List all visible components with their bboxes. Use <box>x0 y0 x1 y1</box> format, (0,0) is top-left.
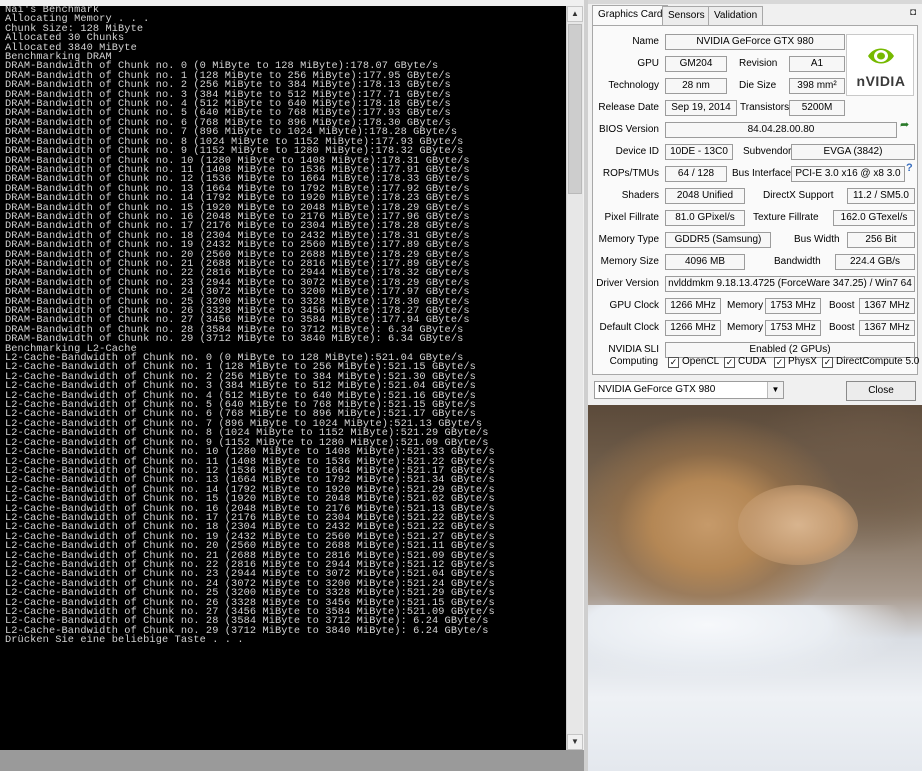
texture-fillrate-field[interactable]: 162.0 GTexel/s <box>833 210 915 226</box>
bandwidth-label: Bandwidth <box>774 256 821 267</box>
cuda-checkbox[interactable]: ✓ CUDA <box>724 356 766 368</box>
gpu-select-value: NVIDIA GeForce GTX 980 <box>598 384 716 395</box>
die-size-field[interactable]: 398 mm² <box>789 78 845 94</box>
directx-support-label: DirectX Support <box>763 190 834 201</box>
wallpaper-snow <box>588 605 922 771</box>
console-text: Nai's Benchmark Allocating Memory . . . Ch… <box>0 6 566 646</box>
shaders-label: Shaders <box>621 190 659 201</box>
transistors-label: Transistors <box>740 102 790 113</box>
console-window: Nai's Benchmark Allocating Memory . . . Ch… <box>0 0 584 771</box>
checkbox-check-icon[interactable]: ✓ <box>822 357 833 368</box>
directcompute-checkbox[interactable]: ✓ DirectCompute 5.0 <box>822 356 919 368</box>
die-size-label: Die Size <box>739 80 777 91</box>
bios-save-icon[interactable]: ➦ <box>900 118 909 131</box>
device-id-label: Device ID <box>615 146 659 157</box>
close-button[interactable]: Close <box>846 381 916 401</box>
default-boost-label: Boost <box>829 322 855 333</box>
gpu-clock-label: GPU Clock <box>609 300 659 311</box>
wallpaper-rabbit-nose <box>738 485 858 565</box>
desktop-wallpaper <box>588 405 922 771</box>
bios-version-field[interactable]: 84.04.28.00.80 <box>665 122 897 138</box>
name-label: Name <box>632 36 659 47</box>
default-boost-field[interactable]: 1367 MHz <box>859 320 915 336</box>
pixel-fillrate-label: Pixel Fillrate <box>604 212 659 223</box>
help-icon[interactable]: ? <box>906 162 913 174</box>
chevron-down-icon[interactable]: ▼ <box>767 382 783 398</box>
bios-version-label: BIOS Version <box>598 124 659 135</box>
memory-size-field[interactable]: 4096 MB <box>665 254 745 270</box>
cuda-label: CUDA <box>738 356 767 367</box>
gpu-select-dropdown[interactable]: NVIDIA GeForce GTX 980 ▼ <box>594 381 784 399</box>
memory-type-label: Memory Type <box>598 234 659 245</box>
shaders-field[interactable]: 2048 Unified <box>665 188 745 204</box>
memory-size-label: Memory Size <box>600 256 659 267</box>
bus-width-field[interactable]: 256 Bit <box>847 232 915 248</box>
checkbox-check-icon[interactable]: ✓ <box>668 357 679 368</box>
directcompute-label: DirectCompute 5.0 <box>836 356 920 367</box>
driver-version-field[interactable]: nvlddmkm 9.18.13.4725 (ForceWare 347.25)… <box>665 276 915 292</box>
memory-clock-field[interactable]: 1753 MHz <box>765 298 821 314</box>
scroll-up-arrow-icon[interactable]: ▲ <box>567 6 583 22</box>
subvendor-field[interactable]: EVGA (3842) <box>791 144 915 160</box>
scroll-down-arrow-icon[interactable]: ▼ <box>567 734 583 750</box>
bus-interface-field[interactable]: PCI-E 3.0 x16 @ x8 3.0 <box>791 166 905 182</box>
opencl-checkbox[interactable]: ✓ OpenCL <box>668 356 719 368</box>
tab-sensors[interactable]: Sensors <box>662 6 711 25</box>
camera-icon[interactable]: ◘ <box>910 7 916 18</box>
transistors-field[interactable]: 5200M <box>789 100 845 116</box>
release-date-field[interactable]: Sep 19, 2014 <box>665 100 737 116</box>
bus-interface-label: Bus Interface <box>732 168 791 179</box>
gpu-label: GPU <box>637 58 659 69</box>
driver-version-label: Driver Version <box>596 278 659 289</box>
release-date-label: Release Date <box>598 102 659 113</box>
technology-field[interactable]: 28 nm <box>665 78 727 94</box>
physx-checkbox[interactable]: ✓ PhysX <box>774 356 817 368</box>
nvidia-eye-icon <box>868 48 894 64</box>
default-clock-label: Default Clock <box>599 322 659 333</box>
memory-clock-label: Memory <box>727 300 764 311</box>
checkbox-check-icon[interactable]: ✓ <box>724 357 735 368</box>
technology-label: Technology <box>608 80 659 91</box>
computing-label: Computing <box>609 356 658 367</box>
bus-width-label: Bus Width <box>794 234 840 245</box>
nvidia-logo: nVIDIA <box>846 34 914 96</box>
revision-label: Revision <box>739 58 778 69</box>
tab-validation[interactable]: Validation <box>708 6 764 25</box>
pixel-fillrate-field[interactable]: 81.0 GPixel/s <box>665 210 745 226</box>
directx-support-field[interactable]: 11.2 / SM5.0 <box>847 188 915 204</box>
opencl-label: OpenCL <box>682 356 720 367</box>
taskbar-strip <box>0 750 584 771</box>
nvidia-sli-label: NVIDIA SLI <box>608 344 659 355</box>
gpuz-window: ◘ Graphics Card Sensors Validation Name … <box>588 0 922 405</box>
gpu-field[interactable]: GM204 <box>665 56 727 72</box>
physx-label: PhysX <box>788 356 817 367</box>
boost-clock-label: Boost <box>829 300 855 311</box>
rops-tmus-field[interactable]: 64 / 128 <box>665 166 727 182</box>
console-line: Drücken Sie eine beliebige Taste . . . <box>5 634 244 647</box>
memory-type-field[interactable]: GDDR5 (Samsung) <box>665 232 771 248</box>
console-output: Nai's Benchmark Allocating Memory . . . Ch… <box>0 6 566 750</box>
nvidia-logo-text: nVIDIA <box>856 73 906 89</box>
gpu-clock-field[interactable]: 1266 MHz <box>665 298 721 314</box>
tab-graphics-card[interactable]: Graphics Card <box>592 5 669 26</box>
boost-clock-field[interactable]: 1367 MHz <box>859 298 915 314</box>
texture-fillrate-label: Texture Fillrate <box>753 212 819 223</box>
name-field[interactable]: NVIDIA GeForce GTX 980 <box>665 34 845 50</box>
revision-field[interactable]: A1 <box>789 56 845 72</box>
checkbox-check-icon[interactable]: ✓ <box>774 357 785 368</box>
bandwidth-field[interactable]: 224.4 GB/s <box>835 254 915 270</box>
device-id-field[interactable]: 10DE - 13C0 <box>665 144 733 160</box>
console-scrollbar[interactable]: ▲ ▼ <box>566 6 583 750</box>
scroll-thumb[interactable] <box>568 24 582 194</box>
default-memory-label: Memory <box>727 322 764 333</box>
rops-tmus-label: ROPs/TMUs <box>602 168 659 179</box>
default-clock-field[interactable]: 1266 MHz <box>665 320 721 336</box>
window-edge <box>588 0 922 4</box>
default-memory-field[interactable]: 1753 MHz <box>765 320 821 336</box>
subvendor-label: Subvendor <box>743 146 792 157</box>
